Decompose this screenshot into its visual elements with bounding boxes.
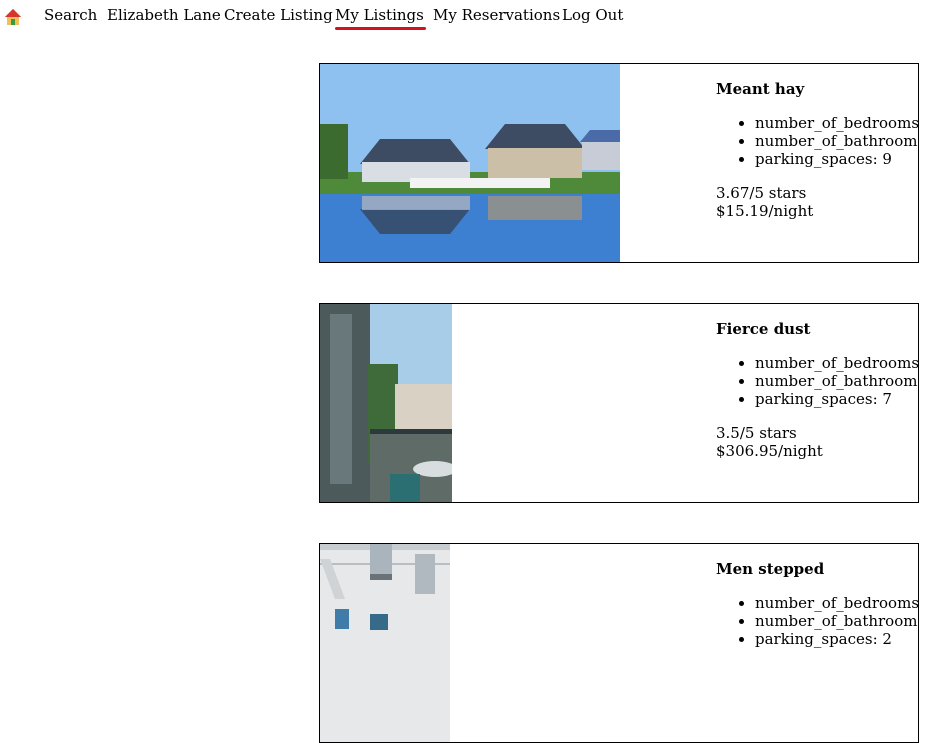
listing-title: Fierce dust: [716, 320, 811, 338]
nav-user-profile[interactable]: Elizabeth Lane: [107, 6, 221, 24]
listing-photo: [320, 304, 452, 502]
feature-bedrooms: number_of_bedrooms: 1: [755, 114, 918, 132]
feature-bedrooms: number_of_bedrooms: 5: [755, 354, 918, 372]
feature-parking: parking_spaces: 7: [755, 390, 918, 408]
top-nav: Search Elizabeth Lane Create Listing My …: [0, 0, 929, 34]
listing-price: $306.95/night: [716, 442, 823, 460]
feature-parking: parking_spaces: 9: [755, 150, 918, 168]
feature-parking: parking_spaces: 2: [755, 630, 918, 648]
nav-log-out[interactable]: Log Out: [562, 6, 623, 24]
listing-rating: 3.5/5 stars: [716, 424, 797, 442]
listing-features: number_of_bedrooms: 5 number_of_bathroom…: [716, 354, 918, 408]
nav-search[interactable]: Search: [44, 6, 97, 24]
listing-card[interactable]: Fierce dust number_of_bedrooms: 5 number…: [319, 303, 919, 503]
listing-card[interactable]: Men stepped number_of_bedrooms: 8 number…: [319, 543, 919, 743]
nav-create-listing[interactable]: Create Listing: [224, 6, 333, 24]
feature-bathrooms: number_of_bathrooms: 8: [755, 612, 918, 630]
listing-card[interactable]: Meant hay number_of_bedrooms: 1 number_o…: [319, 63, 919, 263]
house-icon[interactable]: [4, 8, 22, 26]
listing-title: Men stepped: [716, 560, 825, 578]
nav-my-listings[interactable]: My Listings: [335, 6, 426, 30]
nav-my-reservations[interactable]: My Reservations: [433, 6, 560, 24]
listing-title: Meant hay: [716, 80, 805, 98]
feature-bathrooms: number_of_bathrooms: 1: [755, 372, 918, 390]
feature-bathrooms: number_of_bathrooms: 5: [755, 132, 918, 150]
listing-features: number_of_bedrooms: 8 number_of_bathroom…: [716, 594, 918, 648]
listing-photo: [320, 544, 450, 742]
feature-bedrooms: number_of_bedrooms: 8: [755, 594, 918, 612]
listing-price: $15.19/night: [716, 202, 814, 220]
listing-photo: [320, 64, 620, 262]
listing-rating: 3.67/5 stars: [716, 184, 807, 202]
listing-features: number_of_bedrooms: 1 number_of_bathroom…: [716, 114, 918, 168]
